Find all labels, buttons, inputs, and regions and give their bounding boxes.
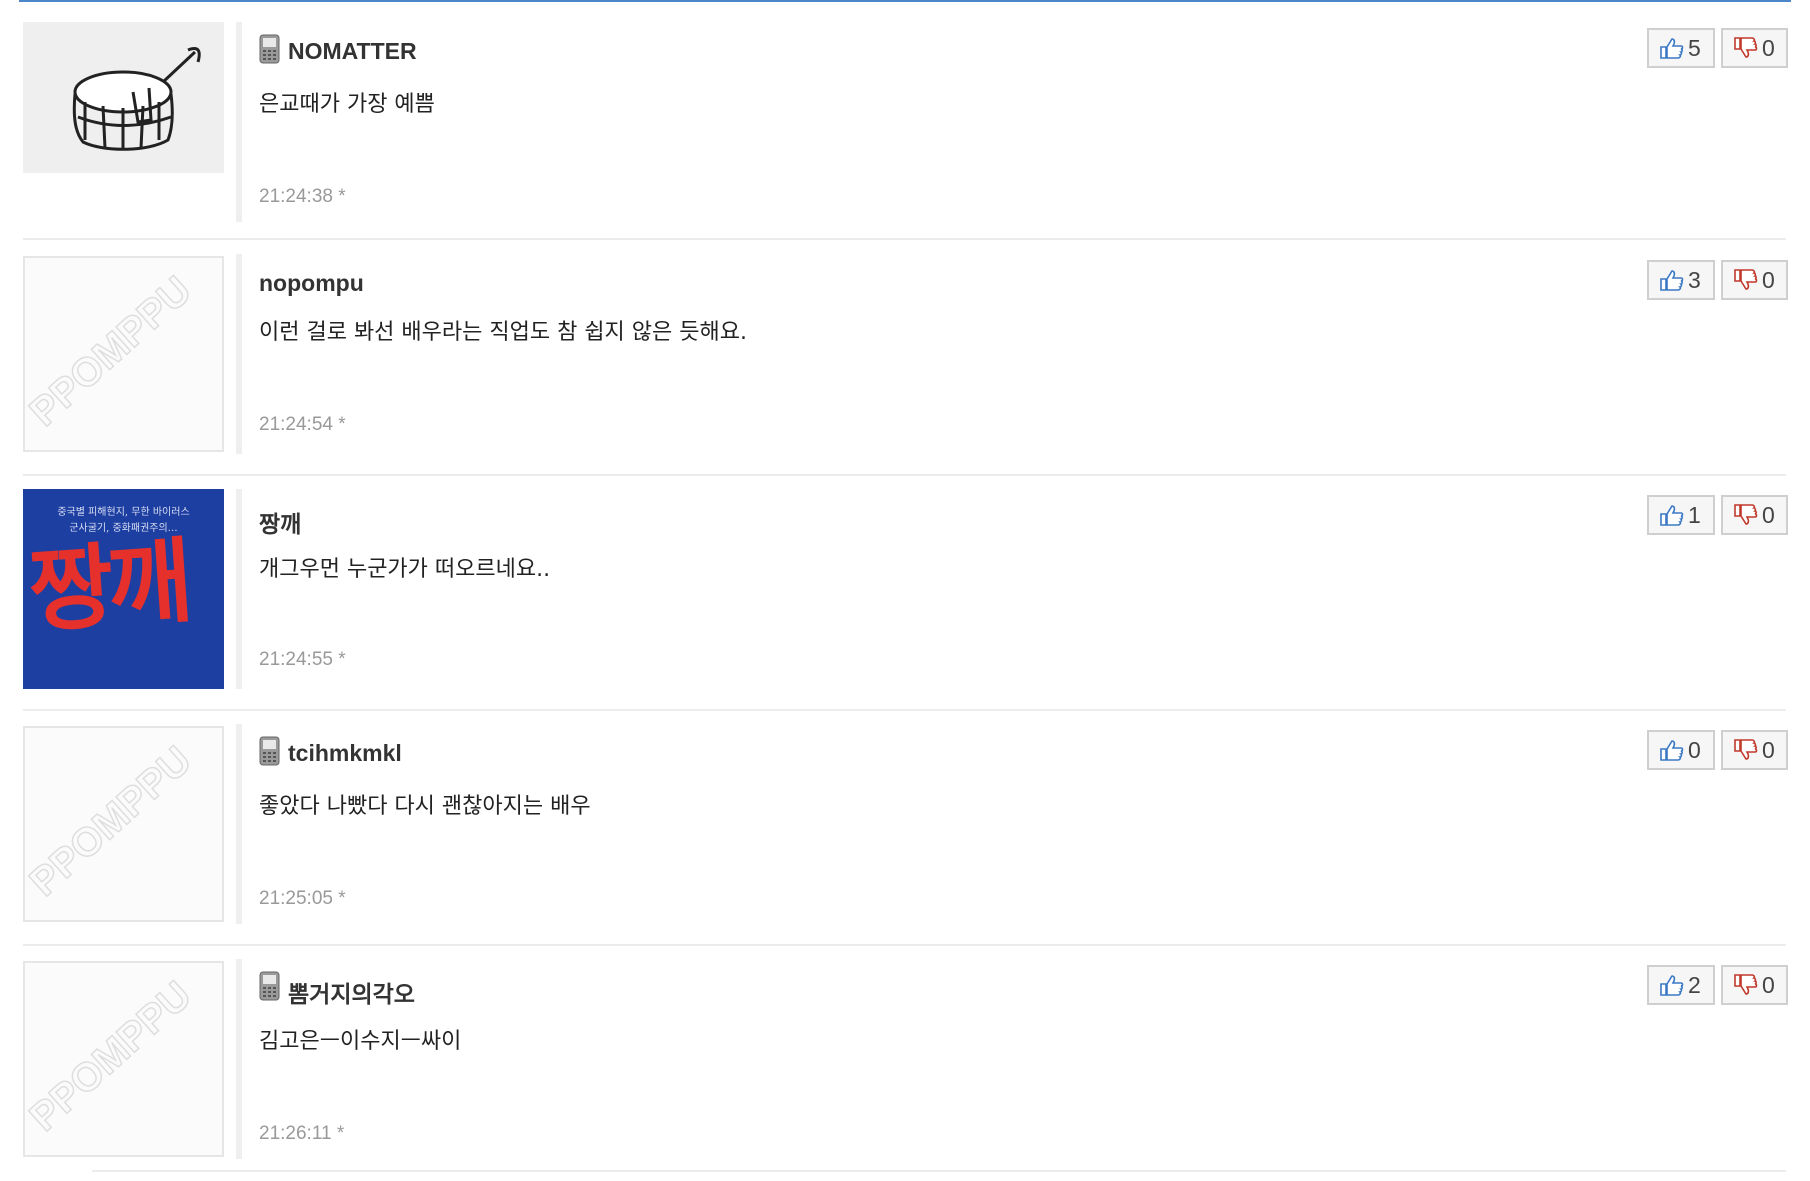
ppomppu-logo-icon: PPOMPPU — [25, 737, 200, 905]
pail-sketch-icon — [72, 47, 201, 151]
comment-nickname[interactable]: nopompu — [259, 270, 364, 297]
comment-separator — [23, 944, 1786, 946]
comment-item: NOMATTER 은교때가 가장 예쁨 21:24:38 * 5 0 — [23, 22, 1788, 240]
like-count: 3 — [1688, 266, 1701, 293]
divider — [236, 489, 242, 689]
mobile-phone-icon — [259, 971, 280, 1001]
thumbs-down-icon — [1734, 37, 1758, 58]
dislike-count: 0 — [1762, 34, 1775, 61]
comment-input-frame — [19, 0, 1791, 2]
svg-text:PPOMPPU: PPOMPPU — [25, 268, 200, 435]
dislike-count: 0 — [1762, 736, 1775, 763]
thumbs-down-icon — [1734, 504, 1758, 525]
divider — [236, 254, 242, 454]
comment-text: 김고은ㅡ이수지ㅡ싸이 — [259, 1029, 462, 1054]
comment-separator — [23, 474, 1786, 476]
comment-item: PPOMPPU tcihmkmkl 좋았다 나빴다 다시 괜찮아지는 배우 21… — [23, 724, 1788, 946]
like-count: 2 — [1688, 971, 1701, 998]
mobile-phone-icon — [259, 736, 280, 766]
comment-item: 중국별 피해현지, 무한 바이러스 군사굴기, 중화패권주의… 짱깨 짱깨 개그… — [23, 489, 1788, 711]
comment-text: 이런 걸로 봐선 배우라는 직업도 참 쉽지 않은 듯해요. — [259, 320, 747, 345]
like-button[interactable]: 2 — [1647, 965, 1715, 1005]
comment-text: 좋았다 나빴다 다시 괜찮아지는 배우 — [259, 794, 591, 819]
dislike-count: 0 — [1762, 266, 1775, 293]
like-count: 0 — [1688, 736, 1701, 763]
avatar[interactable] — [23, 22, 224, 173]
mobile-phone-icon — [259, 34, 280, 64]
comment-text: 은교때가 가장 예쁨 — [259, 92, 435, 117]
comment-timestamp: 21:24:55 * — [259, 649, 346, 670]
dislike-button[interactable]: 0 — [1721, 965, 1788, 1005]
dislike-count: 0 — [1762, 971, 1775, 998]
dislike-button[interactable]: 0 — [1721, 495, 1788, 535]
comment-text: 개그우먼 누군가가 떠오르네요.. — [259, 557, 551, 582]
dislike-button[interactable]: 0 — [1721, 730, 1788, 770]
comment-timestamp: 21:25:05 * — [259, 888, 346, 909]
book-subtitle: 중국별 피해현지, 무한 바이러스 — [57, 507, 190, 518]
comment-timestamp: 21:26:11 * — [259, 1123, 345, 1144]
avatar[interactable]: PPOMPPU — [23, 256, 224, 452]
divider — [236, 22, 242, 222]
like-button[interactable]: 1 — [1647, 495, 1715, 535]
bottom-separator — [92, 1170, 1786, 1172]
like-button[interactable]: 0 — [1647, 730, 1715, 770]
thumbs-down-icon — [1734, 974, 1758, 995]
like-button[interactable]: 5 — [1647, 28, 1715, 68]
dislike-button[interactable]: 0 — [1721, 28, 1788, 68]
avatar[interactable]: 중국별 피해현지, 무한 바이러스 군사굴기, 중화패권주의… 짱깨 — [23, 489, 224, 689]
comment-nickname[interactable]: NOMATTER — [288, 38, 417, 65]
ppomppu-logo-icon: PPOMPPU — [25, 972, 200, 1140]
thumbs-up-icon — [1660, 505, 1684, 526]
comment-separator — [23, 709, 1786, 711]
comment-nickname[interactable]: tcihmkmkl — [288, 740, 402, 767]
thumbs-down-icon — [1734, 269, 1758, 290]
comment-nickname[interactable]: 뽐거지의각오 — [288, 975, 415, 1009]
dislike-count: 0 — [1762, 501, 1775, 528]
comment-nickname[interactable]: 짱깨 — [259, 505, 301, 539]
like-button[interactable]: 3 — [1647, 260, 1715, 300]
like-count: 1 — [1688, 501, 1701, 528]
divider — [236, 724, 242, 924]
ppomppu-logo-icon: PPOMPPU — [25, 267, 200, 435]
comment-timestamp: 21:24:38 * — [259, 186, 346, 207]
comment-timestamp: 21:24:54 * — [259, 414, 346, 435]
thumbs-up-icon — [1660, 740, 1684, 761]
dislike-button[interactable]: 0 — [1721, 260, 1788, 300]
avatar[interactable]: PPOMPPU — [23, 961, 224, 1157]
divider — [236, 959, 242, 1159]
thumbs-up-icon — [1660, 38, 1684, 59]
thumbs-down-icon — [1734, 739, 1758, 760]
thumbs-up-icon — [1660, 975, 1684, 996]
svg-text:PPOMPPU: PPOMPPU — [25, 973, 200, 1140]
thumbs-up-icon — [1660, 270, 1684, 291]
comment-item: PPOMPPU nopompu 이런 걸로 봐선 배우라는 직업도 참 쉽지 않… — [23, 254, 1788, 476]
comment-separator — [23, 238, 1786, 240]
svg-text:PPOMPPU: PPOMPPU — [25, 738, 200, 905]
book-title: 짱깨 — [25, 526, 190, 646]
avatar[interactable]: PPOMPPU — [23, 726, 224, 922]
like-count: 5 — [1688, 34, 1701, 61]
comment-item: PPOMPPU 뽐거지의각오 김고은ㅡ이수지ㅡ싸이 21:26:11 * 2 0 — [23, 959, 1788, 1181]
